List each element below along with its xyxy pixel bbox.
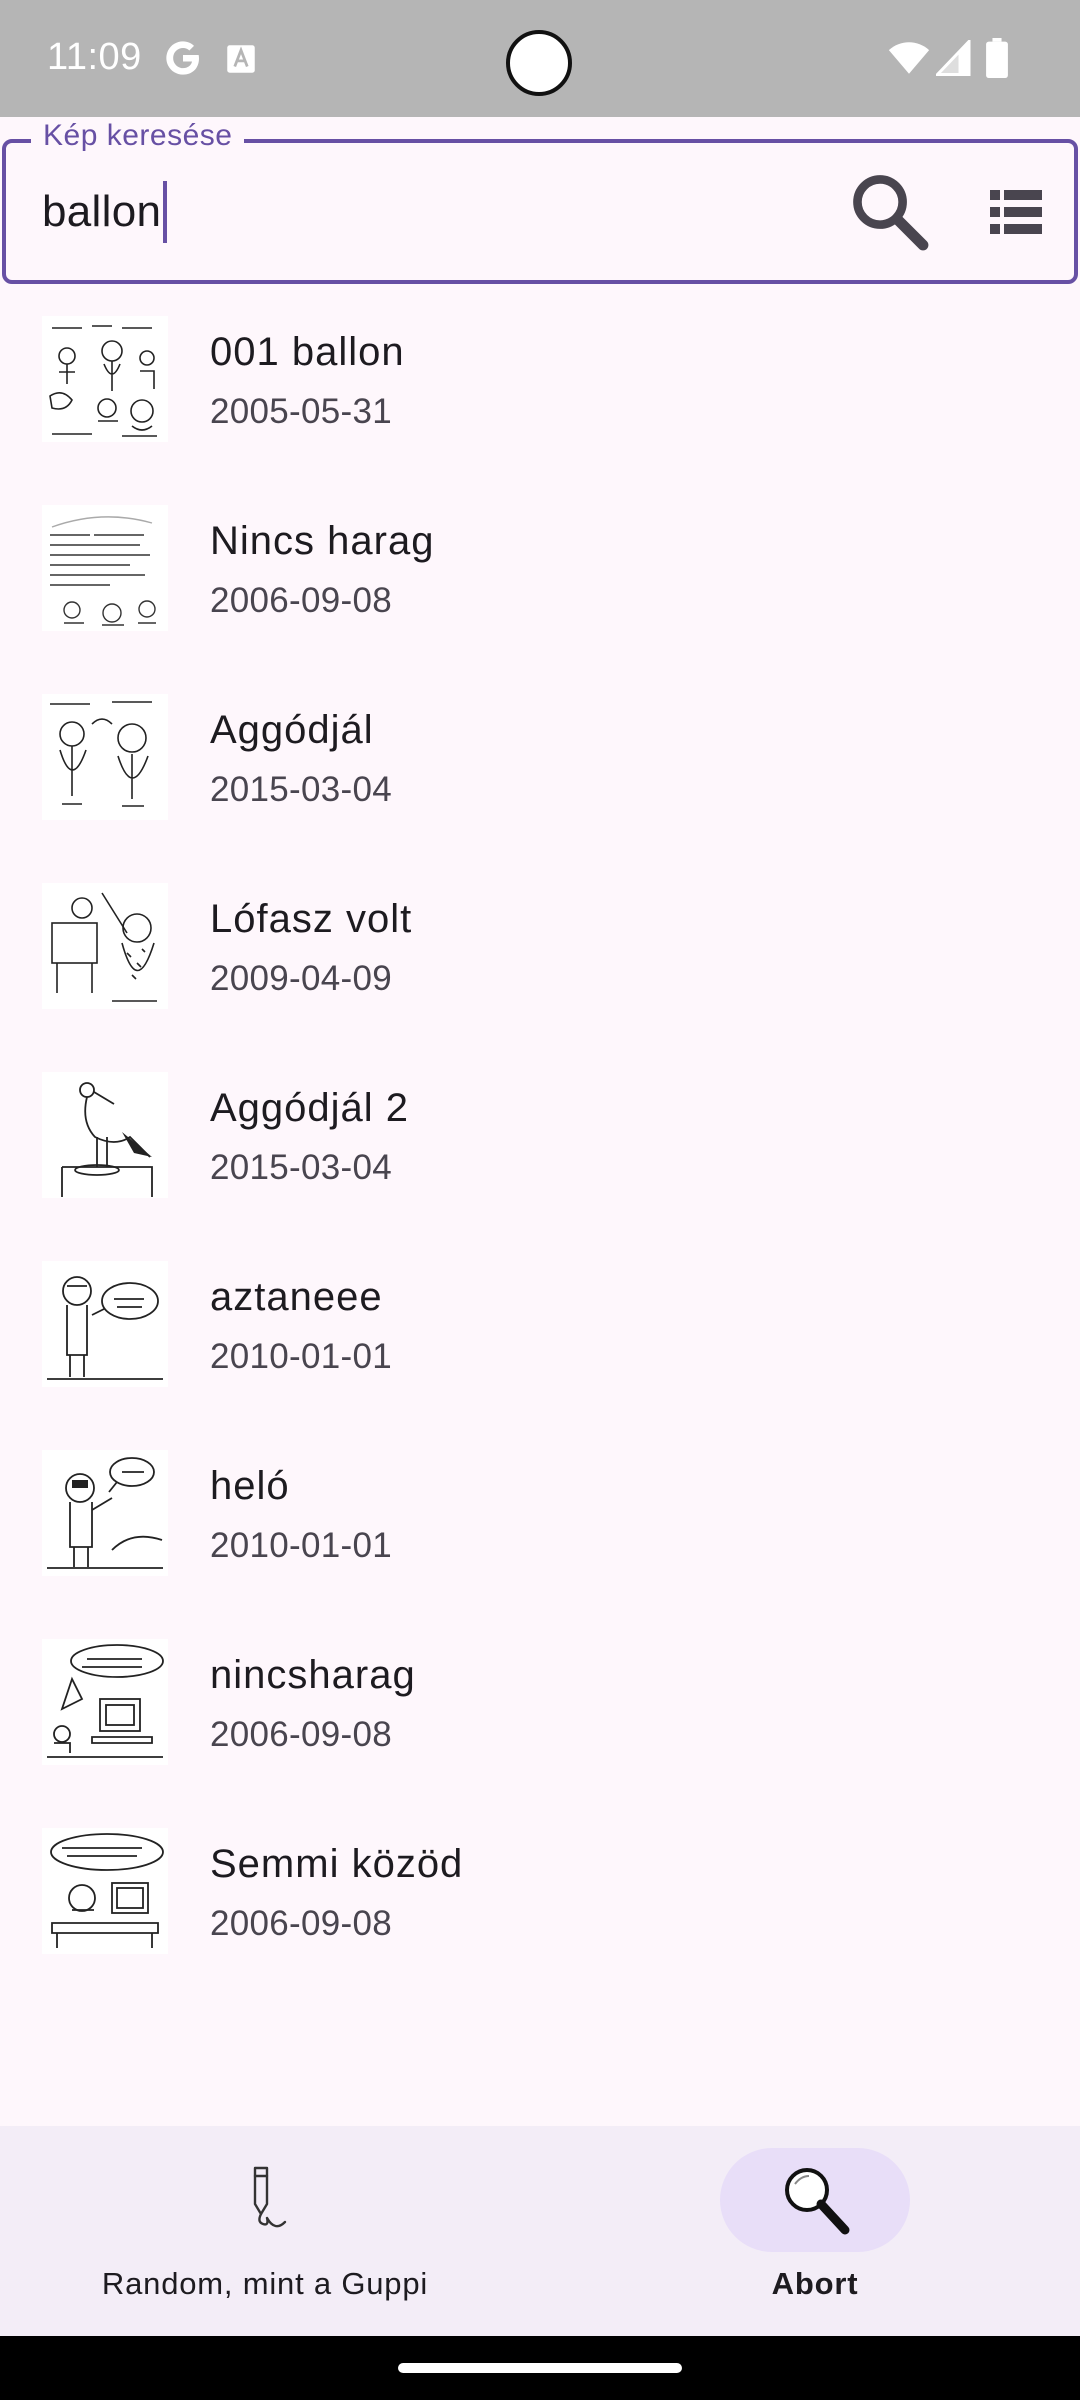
list-item[interactable]: Semmi közöd 2006-09-08 xyxy=(0,1812,1080,2001)
item-title: nincsharag xyxy=(210,1653,416,1697)
app-root: 11:09 Kép keresése ballon 001 ballon 200… xyxy=(0,0,1080,2400)
item-date: 2006-09-08 xyxy=(210,1715,393,1754)
list-item[interactable]: nincsharag 2006-09-08 xyxy=(0,1623,1080,1812)
search-input[interactable]: ballon xyxy=(42,180,168,244)
item-date: 2006-09-08 xyxy=(210,581,393,620)
search-icon[interactable] xyxy=(846,168,932,254)
item-title: Nincs harag xyxy=(210,519,435,563)
list-item[interactable]: Nincs harag 2006-09-08 xyxy=(0,489,1080,678)
system-navigation-bar xyxy=(0,2336,1080,2400)
nav-abort-icon-container xyxy=(720,2148,910,2252)
item-title: Lófasz volt xyxy=(210,897,413,941)
search-label: Kép keresése xyxy=(31,119,245,153)
nav-item-abort[interactable]: Abort xyxy=(640,2126,990,2336)
cartoon-thumbnail xyxy=(42,1828,168,1954)
search-input-value: ballon xyxy=(42,187,162,236)
cartoon-thumbnail xyxy=(42,1639,168,1765)
nav-item-random[interactable]: Random, mint a Guppi xyxy=(40,2126,490,2336)
status-time: 11:09 xyxy=(47,36,142,78)
item-title: Semmi közöd xyxy=(210,1842,464,1886)
nav-abort-label: Abort xyxy=(771,2266,859,2301)
list-view-icon[interactable] xyxy=(990,190,1042,234)
cartoon-thumbnail xyxy=(42,1072,168,1198)
item-title: aztaneee xyxy=(210,1275,383,1319)
camera-cutout xyxy=(506,30,572,96)
pencil-sketch-icon xyxy=(253,2166,287,2228)
list-item[interactable]: Aggódjál 2015-03-04 xyxy=(0,678,1080,867)
item-date: 2010-01-01 xyxy=(210,1337,393,1376)
item-date: 2015-03-04 xyxy=(210,770,393,809)
battery-icon xyxy=(986,38,1008,78)
item-title: Aggódjál 2 xyxy=(210,1086,410,1130)
bottom-navigation: Random, mint a Guppi Abort xyxy=(0,2126,1080,2336)
magnifier-icon xyxy=(785,2168,850,2235)
wifi-icon xyxy=(888,42,930,74)
list-item[interactable]: Aggódjál 2 2015-03-04 xyxy=(0,1056,1080,1245)
google-icon xyxy=(166,41,199,75)
item-date: 2009-04-09 xyxy=(210,959,393,998)
item-date: 2006-09-08 xyxy=(210,1904,393,1943)
item-date: 2005-05-31 xyxy=(210,392,393,431)
cartoon-thumbnail xyxy=(42,1261,168,1387)
list-item[interactable]: aztaneee 2010-01-01 xyxy=(0,1245,1080,1434)
cartoon-thumbnail xyxy=(42,694,168,820)
item-title: 001 ballon xyxy=(210,330,405,374)
cartoon-thumbnail xyxy=(42,505,168,631)
list-item[interactable]: 001 ballon 2005-05-31 xyxy=(0,300,1080,489)
item-date: 2015-03-04 xyxy=(210,1148,393,1187)
item-date: 2010-01-01 xyxy=(210,1526,393,1565)
list-item[interactable]: Lófasz volt 2009-04-09 xyxy=(0,867,1080,1056)
home-gesture-handle[interactable] xyxy=(398,2363,682,2373)
status-bar: 11:09 xyxy=(0,0,1080,117)
cartoon-thumbnail xyxy=(42,1450,168,1576)
text-cursor xyxy=(163,181,168,243)
item-title: heló xyxy=(210,1464,290,1508)
cartoon-thumbnail xyxy=(42,883,168,1009)
nav-random-label: Random, mint a Guppi xyxy=(101,2266,429,2301)
item-title: Aggódjál xyxy=(210,708,374,752)
list-item[interactable]: heló 2010-01-01 xyxy=(0,1434,1080,1623)
font-icon xyxy=(227,45,255,73)
signal-icon xyxy=(936,40,971,76)
cartoon-thumbnail xyxy=(42,316,168,442)
nav-random-icon-container xyxy=(170,2148,360,2252)
